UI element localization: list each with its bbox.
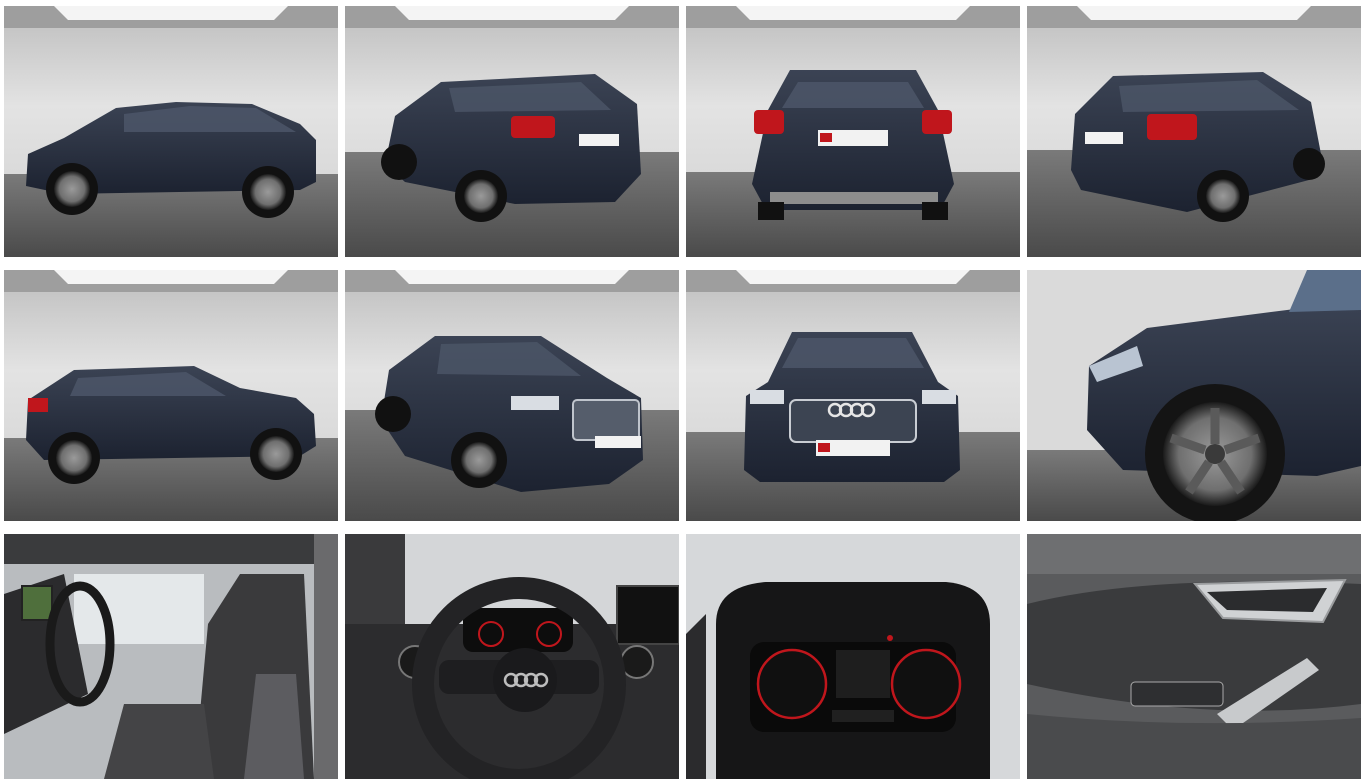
photo-front-quarter-left-image (345, 270, 679, 521)
photo-instrument-cluster[interactable] (686, 534, 1020, 779)
photo-rear-quarter-left[interactable] (345, 6, 679, 257)
photo-interior-seats-image (4, 534, 338, 779)
photo-front-quarter-left[interactable]: plus (345, 270, 679, 521)
photo-door-panel[interactable] (1027, 534, 1361, 779)
photo-front-wheel-detail-image (1027, 270, 1361, 521)
photo-steering-wheel[interactable] (345, 534, 679, 779)
photo-side-left-image (4, 6, 338, 257)
photo-instrument-cluster-image (686, 534, 1020, 779)
photo-side-right[interactable] (4, 270, 338, 521)
photo-rear-quarter-right[interactable] (1027, 6, 1361, 257)
photo-front-wheel-detail[interactable] (1027, 270, 1361, 521)
photo-side-right-image (4, 270, 338, 521)
photo-gallery-grid: plus (4, 6, 1361, 781)
photo-interior-seats[interactable] (4, 534, 338, 779)
photo-rear-quarter-left-image (345, 6, 679, 257)
photo-steering-wheel-image (345, 534, 679, 779)
photo-rear-quarter-right-image (1027, 6, 1361, 257)
photo-front-image (686, 270, 1020, 521)
photo-door-panel-image (1027, 534, 1361, 779)
photo-side-left[interactable] (4, 6, 338, 257)
photo-rear[interactable]: plus (686, 6, 1020, 257)
photo-rear-image (686, 6, 1020, 257)
photo-front[interactable]: plus (686, 270, 1020, 521)
